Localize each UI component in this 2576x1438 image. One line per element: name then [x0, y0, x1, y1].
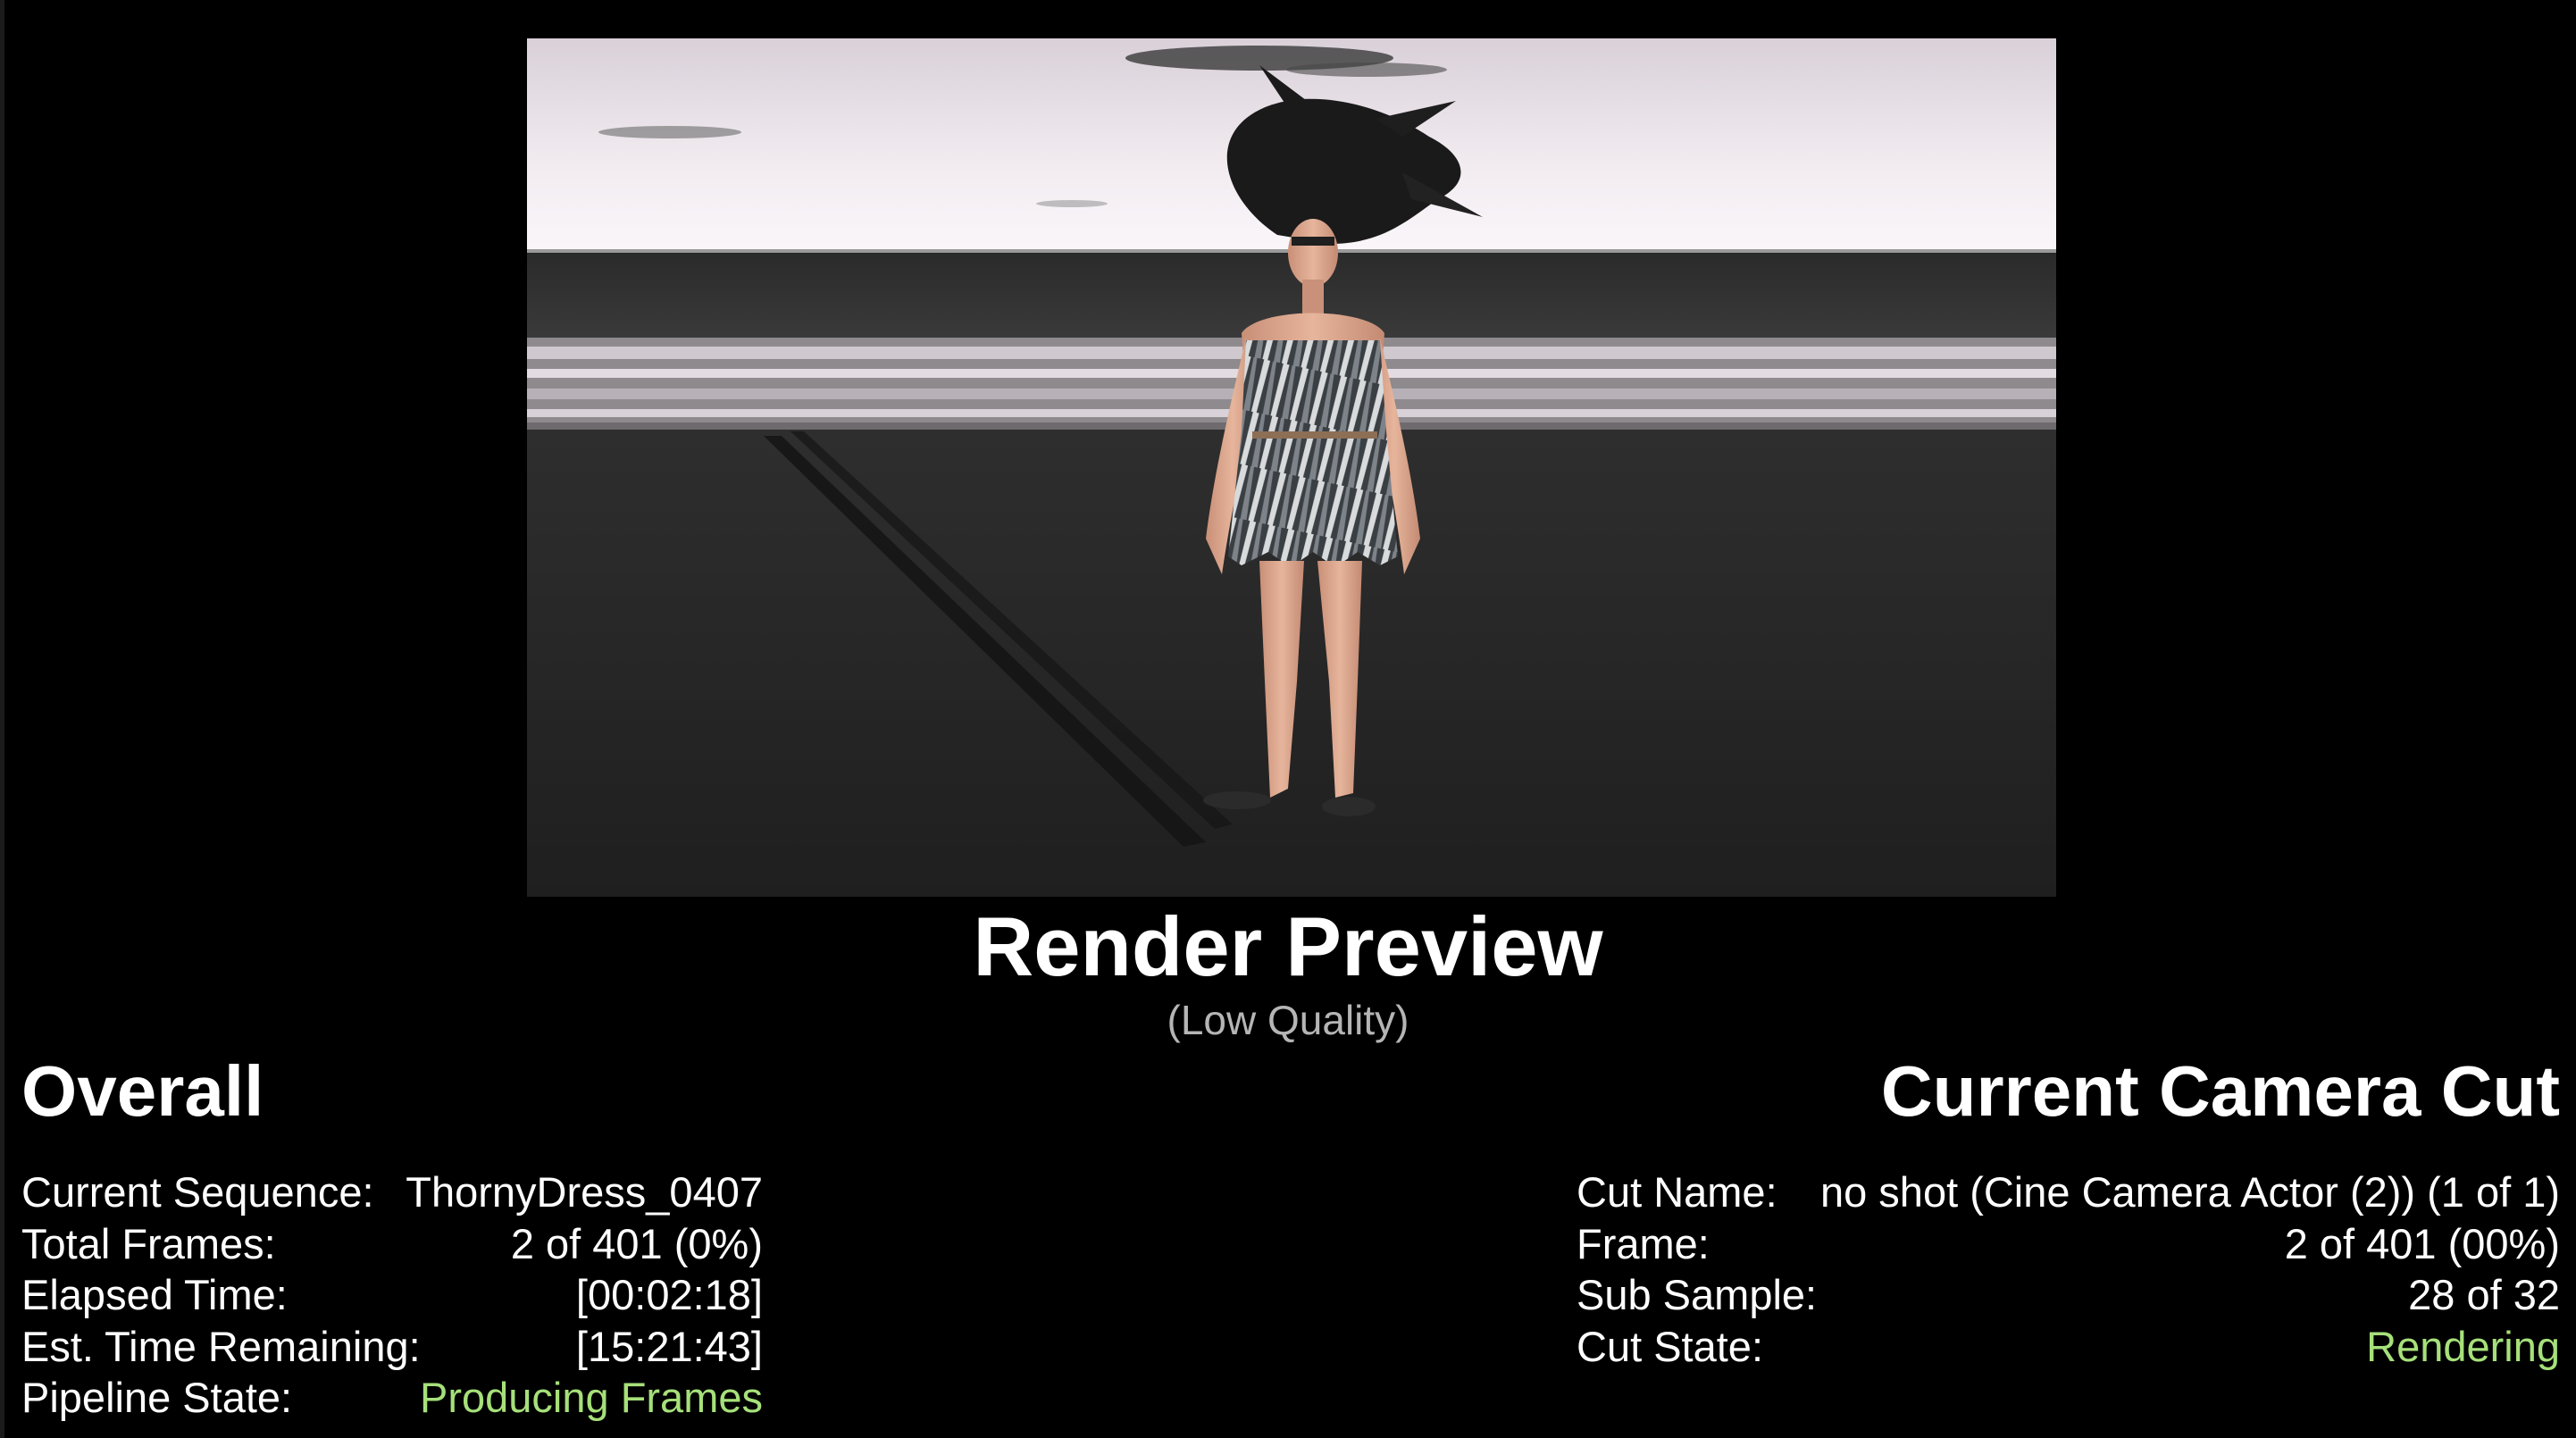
- elapsed-time-label: Elapsed Time:: [21, 1271, 288, 1318]
- pipeline-state-value: Producing Frames: [420, 1374, 763, 1421]
- overall-heading: Overall: [21, 1051, 264, 1131]
- overall-stats: Current Sequence: ThornyDress_0407 Total…: [21, 1166, 763, 1424]
- elapsed-time-value: [00:02:18]: [575, 1271, 763, 1318]
- cut-state-value: Rendering: [2366, 1322, 2560, 1370]
- time-remaining-row: Est. Time Remaining: [15:21:43]: [21, 1321, 763, 1373]
- current-sequence-value: ThornyDress_0407: [406, 1168, 763, 1216]
- render-preview-subtitle: (Low Quality): [1167, 997, 1409, 1043]
- total-frames-label: Total Frames:: [21, 1219, 276, 1267]
- total-frames-value: 2 of 401 (0%): [510, 1219, 763, 1267]
- cut-name-row: Cut Name: no shot (Cine Camera Actor (2)…: [1577, 1166, 2560, 1218]
- time-remaining-value: [15:21:43]: [575, 1322, 763, 1370]
- sub-sample-row: Sub Sample: 28 of 32: [1577, 1269, 2560, 1321]
- window-edge: [0, 0, 4, 1438]
- sub-sample-value: 28 of 32: [2408, 1271, 2560, 1318]
- frame-row: Frame: 2 of 401 (00%): [1577, 1218, 2560, 1270]
- render-preview-image: [527, 38, 2056, 897]
- sub-sample-label: Sub Sample:: [1577, 1271, 1818, 1318]
- cut-state-row: Cut State: Rendering: [1577, 1321, 2560, 1373]
- cut-name-label: Cut Name:: [1577, 1168, 1777, 1216]
- cut-name-value: no shot (Cine Camera Actor (2)) (1 of 1): [1819, 1168, 2560, 1216]
- current-sequence-label: Current Sequence:: [21, 1168, 374, 1216]
- frame-label: Frame:: [1577, 1219, 1710, 1267]
- total-frames-row: Total Frames: 2 of 401 (0%): [21, 1218, 763, 1270]
- pipeline-state-label: Pipeline State:: [21, 1374, 293, 1421]
- camera-cut-stats: Cut Name: no shot (Cine Camera Actor (2)…: [1577, 1166, 2560, 1372]
- cut-state-label: Cut State:: [1577, 1322, 1763, 1370]
- pipeline-state-row: Pipeline State: Producing Frames: [21, 1372, 763, 1424]
- time-remaining-label: Est. Time Remaining:: [21, 1322, 421, 1370]
- elapsed-time-row: Elapsed Time: [00:02:18]: [21, 1269, 763, 1321]
- frame-value: 2 of 401 (00%): [2284, 1219, 2560, 1267]
- current-camera-cut-heading: Current Camera Cut: [1880, 1051, 2560, 1131]
- render-preview-title: Render Preview: [973, 899, 1603, 993]
- current-sequence-row: Current Sequence: ThornyDress_0407: [21, 1166, 763, 1218]
